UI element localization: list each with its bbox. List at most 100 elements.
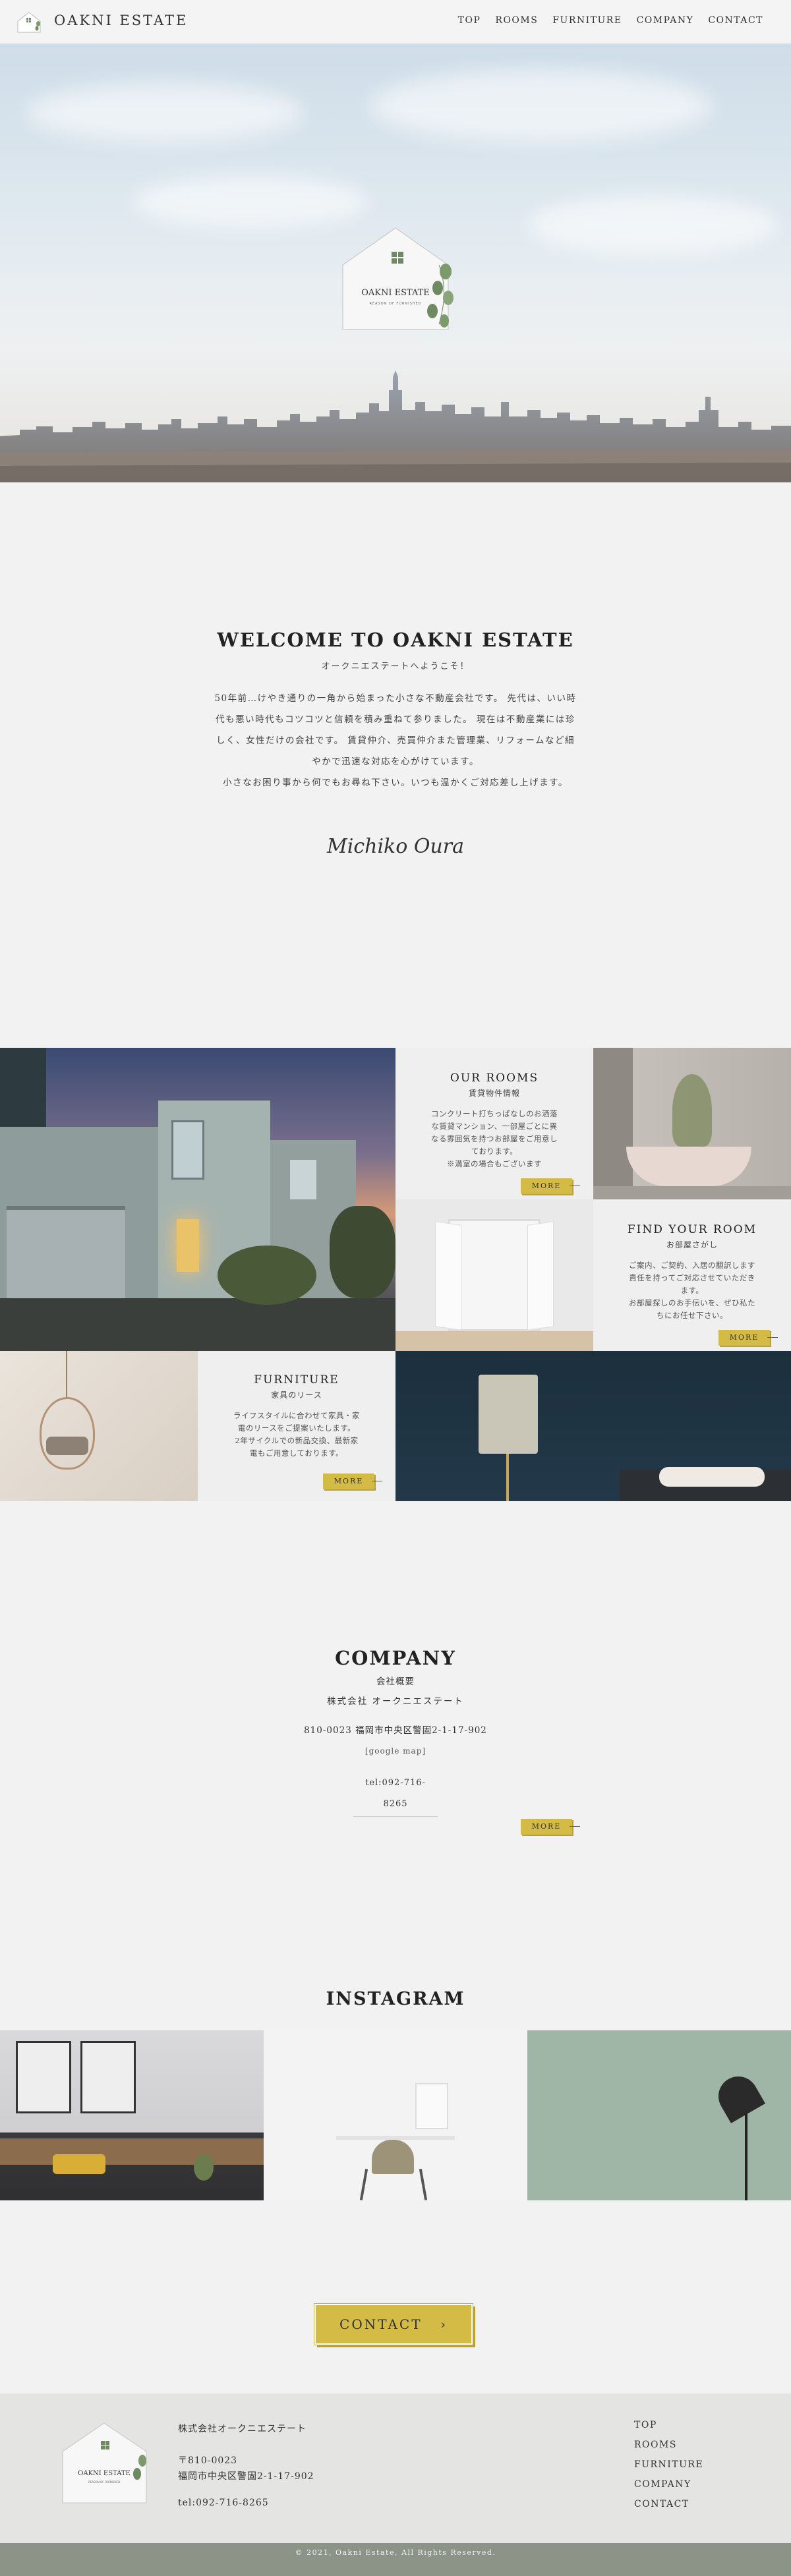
footer-logo-word: OAKNI ESTATE <box>78 2470 131 2477</box>
welcome-line: 小さなお困り事から何でもお尋ね下さい。いつも温かくご対応差し上げます。 <box>223 778 568 788</box>
hero-house-logo: OAKNI ESTATE REASON OF FURNISHED <box>342 227 454 330</box>
welcome-section: WELCOME TO OAKNI ESTATE オークニエステートへようこそ！ … <box>0 482 791 1048</box>
company-title: COMPANY <box>335 1647 456 1669</box>
rooms-title: OUR ROOMS <box>450 1072 539 1085</box>
find-room-more-button[interactable]: MORE <box>718 1330 778 1346</box>
find-room-body-line: 責任を持ってご対応させていただき <box>629 1273 755 1282</box>
find-room-card: FIND YOUR ROOM お部屋さがし ご案内、ご契約、入居の翻訳します 責… <box>593 1199 791 1351</box>
nav-furniture[interactable]: FURNITURE <box>552 15 622 26</box>
nav-top[interactable]: TOP <box>458 15 481 26</box>
find-room-body-line: お部屋探しのお手伝いを、ぜひ私た <box>629 1298 755 1307</box>
company-address: 810-0023 福岡市中央区警固2-1-17-902 <box>304 1725 487 1736</box>
rooms-body-line: な賃貸マンション、一部屋ごとに異 <box>431 1122 558 1131</box>
rooms-body-line: なる雰囲気を持つお部屋をご用意し <box>431 1134 558 1143</box>
footer-company-info: 株式会社オークニエステート 〒810-0023 福岡市中央区警固2-1-17-9… <box>178 2421 314 2511</box>
contact-button-label: CONTACT <box>339 2316 423 2332</box>
welcome-line: 代も悪い時代もコツコツと信頼を積み重ねて参りました。 現在は不動産業には珍 <box>216 714 575 725</box>
cloud <box>369 70 712 142</box>
nav-contact[interactable]: CONTACT <box>708 15 763 26</box>
copyright-text: © 2021, Oakni Estate, All Rights Reserve… <box>295 2548 496 2557</box>
furniture-subtitle: 家具のリース <box>271 1390 322 1400</box>
house-photo <box>0 1048 396 1351</box>
house-logo-icon[interactable] <box>16 11 42 34</box>
furniture-card: FURNITURE 家具のリース ライフスタイルに合わせて家具・家 電のリースを… <box>198 1351 396 1501</box>
instagram-title: INSTAGRAM <box>326 1989 465 2009</box>
brand-name[interactable]: OAKNI ESTATE <box>54 13 188 28</box>
footer-nav-top[interactable]: TOP <box>634 2419 703 2432</box>
footer-tel[interactable]: tel:092-716-8265 <box>178 2495 314 2511</box>
rooms-body-line: ※満室の場合もございます <box>447 1159 542 1168</box>
rooms-body: コンクリート打ちっぱなしのお洒落 な賃貸マンション、一部屋ごとに異 なる雰囲気を… <box>396 1108 593 1170</box>
main-nav: TOP ROOMS FURNITURE COMPANY CONTACT <box>458 15 763 26</box>
welcome-line: しく、女性だけの会社です。 賃貸仲介、売買仲介また管理業、リフォームなど細 <box>216 735 575 746</box>
instagram-post-desk[interactable] <box>264 2030 527 2200</box>
rooms-more-button[interactable]: MORE <box>521 1178 580 1194</box>
instagram-post-lamp[interactable] <box>527 2030 791 2200</box>
find-room-body-line: ご案内、ご契約、入居の翻訳します <box>629 1261 755 1270</box>
welcome-subtitle: オークニエステートへようこそ！ <box>321 662 470 672</box>
cloud <box>26 83 303 142</box>
find-room-subtitle: お部屋さがし <box>666 1240 718 1249</box>
rooms-subtitle: 賃貸物件情報 <box>468 1089 520 1098</box>
footer-company-name: 株式会社オークニエステート <box>178 2424 307 2434</box>
footer-nav-contact[interactable]: CONTACT <box>634 2498 703 2511</box>
welcome-body: 50年前…けやき通りの一角から始まった小さな不動産会社です。 先代は、いい時 代… <box>198 688 593 793</box>
find-room-body-line: ます。 <box>680 1286 704 1295</box>
white-doors-photo <box>396 1199 593 1351</box>
company-tel[interactable]: tel:092-716- 8265 <box>356 1773 435 1815</box>
furniture-body-line: 2年サイクルでの新品交換、最新家 <box>235 1436 359 1445</box>
find-room-body: ご案内、ご契約、入居の翻訳します 責任を持ってご対応させていただき ます。 お部… <box>593 1259 791 1322</box>
bathtub-photo <box>593 1048 791 1199</box>
company-section: COMPANY 会社概要 株式会社 オークニエステート 810-0023 福岡市… <box>0 1501 791 1982</box>
lamp-bedroom-photo <box>396 1351 791 1501</box>
google-map-link[interactable]: [google map] <box>0 1746 791 1756</box>
signature-image: Michiko Oura <box>326 835 464 858</box>
cloud <box>132 175 369 228</box>
instagram-section: INSTAGRAM CONTACT › <box>0 1982 791 2351</box>
find-room-title: FIND YOUR ROOM <box>627 1223 757 1236</box>
footer-logo-tag: REASON OF FURNISHED <box>88 2480 120 2484</box>
furniture-more-button[interactable]: MORE <box>323 1474 382 1489</box>
footer-nav-company[interactable]: COMPANY <box>634 2478 703 2491</box>
company-subtitle: 会社概要 <box>376 1676 415 1687</box>
furniture-body-line: 電のリースをご提案いたします。 <box>237 1423 356 1433</box>
nav-company[interactable]: COMPANY <box>637 15 694 26</box>
furniture-body-line: ライフスタイルに合わせて家具・家 <box>233 1411 360 1420</box>
footer-house-logo: OAKNI ESTATE REASON OF FURNISHED <box>62 2422 147 2504</box>
footer-address: 福岡市中央区警固2-1-17-902 <box>178 2471 314 2482</box>
cloud <box>527 195 778 254</box>
company-name: 株式会社 オークニエステート <box>327 1696 464 1707</box>
welcome-title: WELCOME TO OAKNI ESTATE <box>217 629 574 651</box>
furniture-title: FURNITURE <box>254 1373 339 1387</box>
footer-nav: TOP ROOMS FURNITURE COMPANY CONTACT <box>634 2419 703 2511</box>
hero-logo-tag: REASON OF FURNISHED <box>369 302 421 306</box>
nav-rooms[interactable]: ROOMS <box>495 15 538 26</box>
rooms-body-line: ております。 <box>471 1147 518 1156</box>
city-skyline-image <box>0 370 791 482</box>
footer-nav-furniture[interactable]: FURNITURE <box>634 2458 703 2471</box>
footer-nav-rooms[interactable]: ROOMS <box>634 2438 703 2451</box>
welcome-line: 50年前…けやき通りの一角から始まった小さな不動産会社です。 先代は、いい時 <box>214 693 577 704</box>
chevron-right-icon: › <box>440 2316 448 2332</box>
find-room-body-line: ちにお任せ下さい。 <box>657 1311 728 1320</box>
site-footer: OAKNI ESTATE REASON OF FURNISHED 株式会社オーク… <box>0 2393 791 2543</box>
furniture-body: ライフスタイルに合わせて家具・家 電のリースをご提案いたします。 2年サイクルで… <box>198 1410 396 1460</box>
rooms-body-line: コンクリート打ちっぱなしのお洒落 <box>431 1109 558 1118</box>
footer-postal: 〒810-0023 <box>178 2455 238 2466</box>
company-tel-line: 8265 <box>383 1799 408 1809</box>
company-tel-line: tel:092-716- <box>365 1778 426 1788</box>
hero-logo-word: OAKNI ESTATE <box>361 288 430 298</box>
contact-button[interactable]: CONTACT › <box>314 2303 473 2345</box>
rooms-card: OUR ROOMS 賃貸物件情報 コンクリート打ちっぱなしのお洒落 な賃貸マンシ… <box>396 1048 593 1199</box>
site-header: OAKNI ESTATE TOP ROOMS FURNITURE COMPANY… <box>0 0 791 43</box>
company-more-button[interactable]: MORE <box>521 1819 580 1835</box>
copyright-bar: © 2021, Oakni Estate, All Rights Reserve… <box>0 2543 791 2576</box>
services-grid: OUR ROOMS 賃貸物件情報 コンクリート打ちっぱなしのお洒落 な賃貸マンシ… <box>0 1048 791 1501</box>
divider <box>353 1816 438 1817</box>
hanging-chair-photo <box>0 1351 198 1501</box>
svg-text:Michiko Oura: Michiko Oura <box>326 835 464 858</box>
hero-banner: OAKNI ESTATE REASON OF FURNISHED <box>0 43 791 482</box>
instagram-post-bedroom[interactable] <box>0 2030 264 2200</box>
furniture-body-line: 電もご用意しております。 <box>249 1448 344 1458</box>
